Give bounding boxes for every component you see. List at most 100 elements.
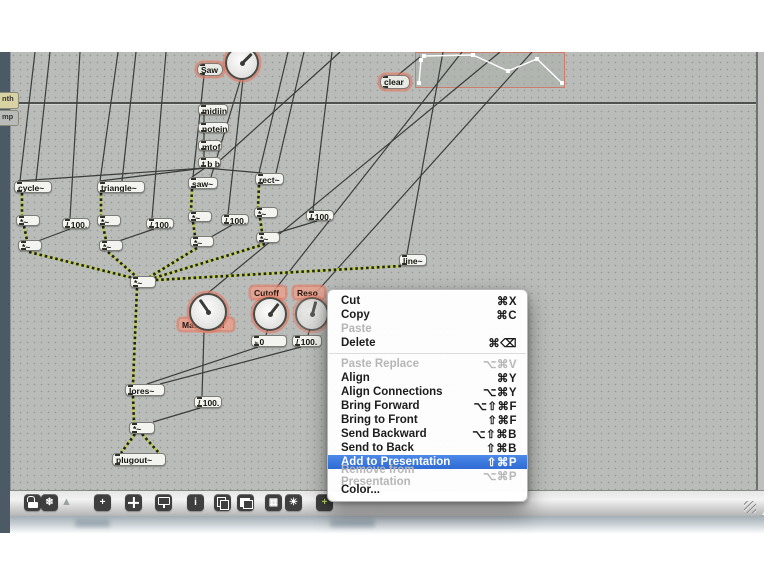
menu-item-copy[interactable]: Copy ⌘C — [328, 308, 527, 322]
master-vol-dial[interactable] — [189, 293, 227, 331]
menu-item-paste-replace: Paste Replace ⌥⌘V — [328, 357, 527, 371]
plugout-object[interactable]: plugout~ — [112, 453, 166, 466]
menu-item-label: Align — [341, 372, 370, 384]
background-window-remnant — [330, 519, 375, 527]
menu-item-shortcut: ⌥⌘V — [483, 359, 517, 371]
midiin-object[interactable]: midiin — [198, 104, 228, 115]
clear-message[interactable]: clear — [380, 75, 410, 89]
menu-item-label: Align Connections — [341, 386, 443, 398]
menu-item-shortcut: ⌘Y — [496, 373, 517, 385]
warning-triangle-icon[interactable]: ▲ — [58, 494, 75, 511]
menu-item-shortcut: ⌘X — [496, 296, 517, 308]
menu-item-bring-forward[interactable]: Bring Forward ⌥⇧⌘F — [328, 399, 527, 413]
out-multiply-object[interactable]: *~ — [129, 422, 155, 434]
menu-item-label: Bring Forward — [341, 400, 420, 412]
unlock-icon[interactable] — [24, 494, 41, 511]
window-resize-grip[interactable] — [744, 501, 756, 513]
page-margin-top — [0, 0, 770, 52]
dial-hub — [309, 311, 315, 317]
side-tab-comp[interactable]: mp — [0, 110, 19, 126]
menu-item-label: Color... — [341, 484, 380, 496]
menu-item-shortcut: ⌘C — [496, 310, 517, 322]
cutoff-dial[interactable] — [253, 297, 287, 331]
menu-item-label: Send Backward — [341, 428, 427, 440]
multiply-object[interactable]: *~ — [99, 240, 123, 251]
rect-object[interactable]: rect~ — [255, 173, 284, 185]
multiply-object[interactable]: *~ — [188, 211, 212, 222]
menu-item-remove-from-presentation: Remove from Presentation ⌥⌘P — [328, 464, 527, 488]
dial-hub — [267, 311, 273, 317]
menu-item-shortcut: ⌘⌫ — [488, 338, 517, 350]
menu-item-shortcut: ⇧⌘P — [486, 457, 517, 469]
new-object-icon[interactable]: + — [94, 494, 111, 511]
dial-hub — [205, 309, 211, 315]
number-box-value: 0 — [259, 337, 265, 347]
hub-multiply-object[interactable]: *~ — [130, 276, 156, 288]
info-icon[interactable]: i — [187, 494, 204, 511]
notein-object[interactable]: notein — [198, 122, 229, 133]
menu-item-paste: Paste — [328, 322, 527, 336]
triangle-object[interactable]: triangle~ — [97, 181, 145, 193]
menu-item-shortcut: ⇧⌘B — [486, 443, 517, 455]
menu-item-label: Paste — [341, 323, 372, 335]
multiply-object[interactable]: *~ — [16, 215, 40, 226]
side-tab-synth[interactable]: nth — [0, 92, 19, 109]
menu-item-label: Paste Replace — [341, 358, 419, 370]
cutoff-number-box[interactable]: ▸0 — [251, 335, 287, 347]
menu-item-delete[interactable]: Delete ⌘⌫ — [328, 336, 527, 350]
canvas-divider-line — [10, 102, 756, 105]
menu-item-label: Bring to Front — [341, 414, 418, 426]
presentation-icon[interactable] — [155, 494, 172, 511]
multiply-object[interactable]: *~ — [256, 232, 280, 243]
menu-item-label: Send to Back — [341, 442, 414, 454]
menu-item-shortcut: ⇧⌘F — [487, 415, 517, 427]
cycle-object[interactable]: cycle~ — [14, 181, 52, 193]
dial-hub — [239, 60, 245, 66]
context-menu: Cut ⌘X Copy ⌘C Paste Delete ⌘⌫ Paste Replace ⌥⌘V… — [327, 289, 528, 502]
menu-item-shortcut: ⌥⌘Y — [483, 387, 517, 399]
max-patcher-window: nth mp Saw clear midiin notein mtof t b b cycle… — [0, 0, 770, 578]
snap-icon[interactable]: ☀ — [285, 494, 302, 511]
menu-item-align-connections[interactable]: Align Connections ⌥⌘Y — [328, 385, 527, 399]
page-margin-right — [764, 0, 770, 578]
number-box-triangle-icon: ▸ — [255, 340, 259, 347]
vol-divide-object[interactable]: / 100. — [194, 396, 222, 408]
menu-item-bring-to-front[interactable]: Bring to Front ⇧⌘F — [328, 413, 527, 427]
divide-100-object[interactable]: / 100. — [221, 214, 249, 225]
layers-icon[interactable] — [237, 494, 254, 511]
menu-item-send-to-back[interactable]: Send to Back ⇧⌘B — [328, 441, 527, 455]
multiply-object[interactable]: *~ — [254, 207, 278, 218]
trigger-object[interactable]: t b b — [198, 157, 221, 168]
menu-item-shortcut: ⌥⌘P — [483, 471, 517, 483]
menu-item-cut[interactable]: Cut ⌘X — [328, 294, 527, 308]
saw-message[interactable]: Saw — [197, 63, 223, 76]
menu-item-align[interactable]: Align ⌘Y — [328, 371, 527, 385]
menu-item-label: Delete — [341, 337, 376, 349]
freeze-icon[interactable]: ❄ — [41, 494, 58, 511]
reso-dial[interactable] — [295, 297, 329, 331]
lores-object[interactable]: lores~ — [125, 384, 165, 396]
function-envelope-box[interactable] — [415, 52, 565, 88]
multiply-object[interactable]: *~ — [190, 236, 214, 247]
menu-item-label: Cut — [341, 295, 361, 307]
divide-100-object[interactable]: / 100. — [306, 210, 334, 221]
menu-item-shortcut: ⌥⇧⌘F — [473, 401, 517, 413]
duplicate-icon[interactable] — [214, 494, 231, 511]
background-window-remnant — [75, 519, 110, 527]
grid-icon[interactable]: ▦ — [265, 494, 282, 511]
saw-object[interactable]: saw~ — [188, 177, 218, 189]
divide-100-object[interactable]: / 100. — [146, 218, 174, 229]
menu-item-shortcut: ⌥⇧⌘B — [472, 429, 517, 441]
menu-separator — [329, 353, 526, 354]
move-icon[interactable] — [125, 494, 142, 511]
line-object[interactable]: line~ — [399, 254, 427, 266]
page-margin-bottom — [0, 534, 770, 578]
background-window-strip — [10, 515, 764, 534]
multiply-object[interactable]: *~ — [18, 240, 42, 251]
menu-item-send-backward[interactable]: Send Backward ⌥⇧⌘B — [328, 427, 527, 441]
menu-item-label: Copy — [341, 309, 370, 321]
mtof-object[interactable]: mtof — [198, 140, 222, 151]
divide-100-object[interactable]: / 100. — [62, 218, 90, 229]
multiply-object[interactable]: *~ — [97, 215, 121, 226]
reso-divide-object[interactable]: / 100. — [292, 335, 322, 347]
